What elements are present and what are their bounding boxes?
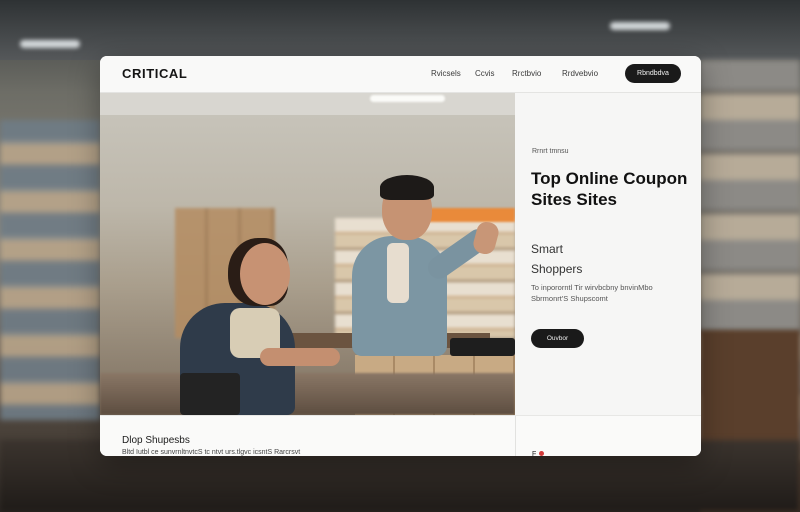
hero-subtitle-line1: Smart bbox=[531, 242, 564, 256]
website-card: CRITICAL Rvicsels Ccvis Rrctbvio Rrdvebv… bbox=[100, 56, 701, 456]
hero-subtitle: Smart Shoppers bbox=[531, 239, 681, 279]
hero-text-panel: Rrnrt tmnsu Top Online Coupon Sites Site… bbox=[515, 93, 701, 415]
bottom-divider bbox=[515, 416, 516, 456]
hero-title: Top Online Coupon Sites Sites bbox=[531, 169, 688, 209]
hero-description-line1: To inpororntl Tir wirvbcbny bnvinMbo bbox=[531, 283, 653, 292]
hero-subtitle-line2: Shoppers bbox=[531, 262, 583, 276]
pinterest-icon[interactable] bbox=[539, 451, 545, 456]
top-navigation: CRITICAL Rvicsels Ccvis Rrctbvio Rrdvebv… bbox=[100, 56, 701, 93]
woman-head bbox=[240, 243, 290, 305]
photo-lamp bbox=[370, 95, 445, 102]
store-shelf-left bbox=[0, 120, 100, 420]
ceiling bbox=[0, 0, 800, 60]
ceiling-light bbox=[20, 40, 80, 48]
chair bbox=[180, 373, 240, 415]
bottom-section: Dlop Shupesbs Bltd Iutbl ce sunvrnltnvtc… bbox=[100, 415, 701, 456]
site-logo[interactable]: CRITICAL bbox=[122, 66, 187, 81]
man-hair bbox=[380, 175, 434, 200]
ceiling-light bbox=[610, 22, 670, 30]
bottom-heading: Dlop Shupesbs bbox=[122, 435, 190, 446]
nav-link-1[interactable]: Rvicsels bbox=[431, 69, 461, 78]
facebook-icon[interactable]: F bbox=[532, 451, 536, 456]
hero-photo bbox=[100, 93, 515, 415]
laptop bbox=[450, 338, 515, 356]
bottom-text: Bltd Iutbl ce sunvrnltnvtcS tc ntvt urs.… bbox=[122, 449, 301, 456]
social-icons: F bbox=[532, 451, 545, 456]
hero-description-line2: Sbrmonrt'S Shupscomt bbox=[531, 294, 608, 303]
nav-link-4[interactable]: Rrdvebvio bbox=[562, 69, 598, 78]
nav-link-2[interactable]: Ccvis bbox=[475, 69, 495, 78]
man-shirt bbox=[387, 243, 409, 303]
hero-description: To inpororntl Tir wirvbcbny bnvinMbo Sbr… bbox=[531, 282, 696, 304]
hero-eyebrow: Rrnrt tmnsu bbox=[532, 148, 569, 155]
woman-arm bbox=[260, 348, 340, 366]
hero-cta-button[interactable]: Ouvbor bbox=[531, 329, 584, 348]
nav-cta-button[interactable]: Rbndbdva bbox=[625, 64, 681, 83]
photo-foreground bbox=[100, 373, 515, 415]
photo-ceiling bbox=[100, 93, 515, 115]
nav-link-3[interactable]: Rrctbvio bbox=[512, 69, 541, 78]
